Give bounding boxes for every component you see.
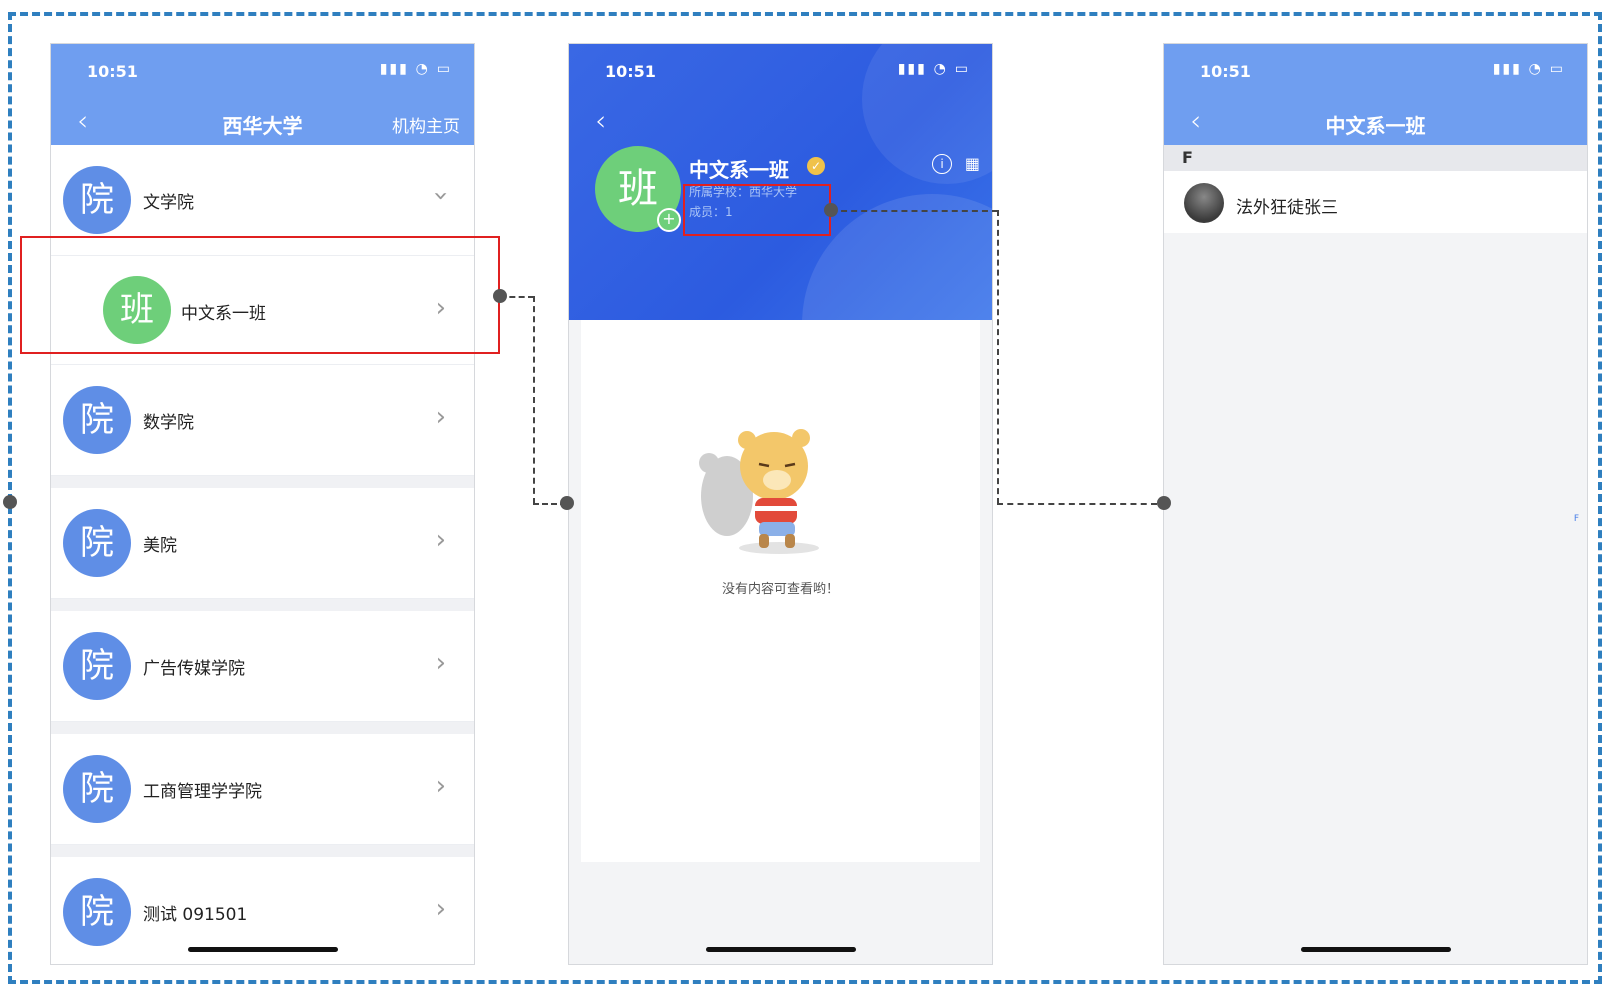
highlight-class-info: [683, 184, 831, 236]
avatar: 院: [63, 632, 131, 700]
divider: [51, 722, 474, 734]
status-icons: ▮▮▮ ◔ ▭: [1492, 61, 1565, 77]
nav-bar: ‹ 西华大学 机构主页: [51, 98, 474, 145]
member-avatar: [1184, 183, 1224, 223]
divider: [51, 476, 474, 488]
home-indicator: [705, 947, 856, 952]
section-header: F: [1164, 145, 1587, 171]
verified-icon: ✓: [807, 157, 825, 175]
list-item-label: 广告传媒学院: [143, 659, 245, 679]
info-icon[interactable]: i: [932, 154, 952, 174]
divider: [51, 845, 474, 857]
list-item[interactable]: 院 数学院 ›: [51, 365, 474, 476]
qr-code-icon[interactable]: ▦: [965, 154, 980, 173]
nav-bar: ‹: [569, 98, 992, 145]
connector-dot: [493, 289, 507, 303]
status-bar: 10:51 ▮▮▮ ◔ ▭: [569, 44, 992, 98]
chevron-right-icon: ›: [435, 402, 446, 432]
alphabet-index[interactable]: F: [1574, 514, 1579, 524]
connector-line: [533, 296, 535, 504]
list-item-label: 文学院: [143, 193, 194, 213]
home-indicator: [187, 947, 338, 952]
avatar: 院: [63, 755, 131, 823]
list-item[interactable]: 院 广告传媒学院 ›: [51, 611, 474, 722]
highlight-class-item: [20, 236, 500, 354]
divider: [51, 599, 474, 611]
phone-class-detail: 10:51 ▮▮▮ ◔ ▭ ‹ 班 + 中文系一班 ✓ 所属学校：西华大学 成员…: [568, 43, 993, 965]
list-item-label: 数学院: [143, 413, 194, 433]
member-row[interactable]: 法外狂徒张三: [1164, 171, 1587, 233]
class-name: 中文系一班: [689, 158, 789, 182]
connector-line: [997, 503, 1157, 505]
plus-icon[interactable]: +: [657, 208, 681, 232]
status-bar: 10:51 ▮▮▮ ◔ ▭: [1164, 44, 1587, 98]
phone1-header: 10:51 ▮▮▮ ◔ ▭ ‹ 西华大学 机构主页: [51, 44, 474, 145]
connector-dot: [1157, 496, 1171, 510]
institution-home-link[interactable]: 机构主页: [392, 112, 460, 137]
phone-member-list: 10:51 ▮▮▮ ◔ ▭ ‹ 中文系一班 F 法外狂徒张三 F: [1163, 43, 1588, 965]
chevron-right-icon: ›: [435, 771, 446, 801]
connector-line: [831, 210, 998, 212]
avatar: 院: [63, 878, 131, 946]
class-header: 10:51 ▮▮▮ ◔ ▭ ‹ 班 + 中文系一班 ✓ 所属学校：西华大学 成员…: [569, 44, 992, 320]
phone-institution-list: 10:51 ▮▮▮ ◔ ▭ ‹ 西华大学 机构主页 院 文学院 › 班 中文系一…: [50, 43, 475, 965]
avatar: 院: [63, 509, 131, 577]
member-name: 法外狂徒张三: [1236, 198, 1338, 218]
page-title: 中文系一班: [1325, 114, 1426, 138]
home-indicator: [1300, 947, 1451, 952]
status-bar: 10:51 ▮▮▮ ◔ ▭: [51, 44, 474, 98]
nav-bar: ‹ 中文系一班: [1164, 98, 1587, 145]
connector-dot: [824, 203, 838, 217]
chevron-down-icon: ›: [425, 190, 456, 202]
status-time: 10:51: [605, 62, 656, 81]
chevron-right-icon: ›: [435, 648, 446, 678]
list-item[interactable]: 院 美院 ›: [51, 488, 474, 599]
list-item-label: 测试 091501: [143, 905, 248, 925]
connector-dot: [560, 496, 574, 510]
status-icons: ▮▮▮ ◔ ▭: [897, 61, 970, 77]
list-item-label: 美院: [143, 536, 177, 556]
status-time: 10:51: [87, 62, 138, 81]
chevron-right-icon: ›: [435, 525, 446, 555]
list-item[interactable]: 院 工商管理学学院 ›: [51, 734, 474, 845]
list-item-label: 工商管理学学院: [143, 782, 262, 802]
back-icon[interactable]: ‹: [595, 104, 606, 137]
chevron-right-icon: ›: [435, 894, 446, 924]
status-time: 10:51: [1200, 62, 1251, 81]
empty-state-text: 没有内容可查看哟！: [721, 582, 839, 597]
content-area: 没有内容可查看哟！: [581, 320, 980, 862]
empty-mascot-icon: [699, 429, 819, 554]
status-icons: ▮▮▮ ◔ ▭: [379, 61, 452, 77]
avatar: 院: [63, 166, 131, 234]
connector-line: [997, 210, 999, 504]
phone3-header: 10:51 ▮▮▮ ◔ ▭ ‹ 中文系一班: [1164, 44, 1587, 145]
avatar: 院: [63, 386, 131, 454]
frame-dot: [3, 495, 17, 509]
